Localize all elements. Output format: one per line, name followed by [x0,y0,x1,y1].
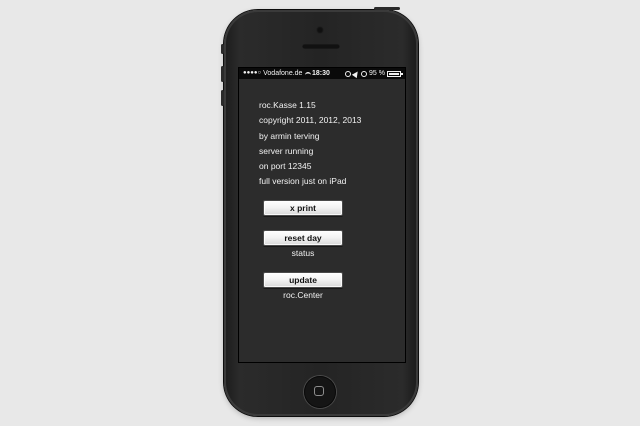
status-time: 18:30 [312,70,330,77]
status-left: ●●●●○ Vodafone.de [243,68,312,79]
update-button[interactable]: update [263,272,343,288]
home-button-icon [314,386,324,396]
home-button[interactable] [304,376,336,408]
battery-percent: 95 % [369,70,385,77]
earpiece-speaker [302,44,340,49]
volume-up-button [221,66,224,82]
alarm-icon [361,70,368,77]
volume-down-button [221,90,224,106]
status-bar: ●●●●○ Vodafone.de 18:30 95 % [239,68,405,79]
front-camera-icon [316,26,324,34]
mute-switch [221,44,224,54]
power-button [374,7,400,10]
x-print-button[interactable]: x print [263,200,343,216]
port-text: on port 12345 [259,161,312,172]
server-status-text: server running [259,145,314,156]
full-version-note: full version just on iPad [259,176,347,187]
location-arrow-icon [351,69,361,78]
roc-center-label: roc.Center [283,290,323,300]
iphone-device: ●●●●○ Vodafone.de 18:30 95 % roc.Kasse 1… [221,7,418,416]
status-label: status [291,248,315,258]
app-info: roc.Kasse 1.15 copyright 2011, 2012, 201… [259,98,361,190]
battery-icon [387,70,403,77]
app-screen: ●●●●○ Vodafone.de 18:30 95 % roc.Kasse 1… [238,67,406,363]
carrier-name: Vodafone.de [263,70,303,77]
rotation-lock-icon [345,70,352,77]
signal-strength-icon: ●●●●○ [243,70,262,76]
reset-day-button[interactable]: reset day [263,230,343,246]
app-version: roc.Kasse 1.15 [259,100,316,110]
copyright-text: copyright 2011, 2012, 2013 [259,115,362,126]
status-right: 95 % [345,68,403,79]
author-text: by armin terving [259,130,320,141]
